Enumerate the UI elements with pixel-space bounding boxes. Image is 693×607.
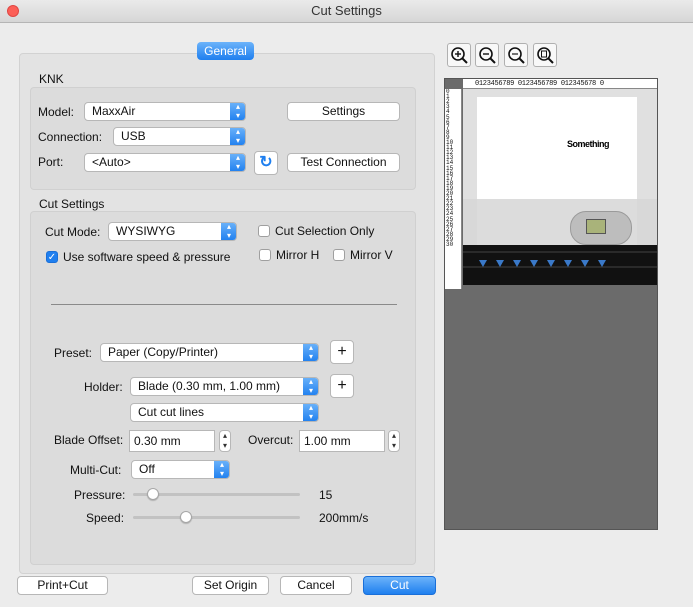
overcut-stepper[interactable]: ▴ ▾	[388, 430, 400, 452]
design-text: Something	[567, 139, 610, 149]
speed-value: 200mm/s	[319, 511, 369, 525]
refresh-icon: ↻	[259, 154, 273, 171]
left-ruler: 0 1 2 3 4 5 6 7 8 9 10 11 12 13 14 15 16 17 18 19 20 21 22 23 24…	[445, 89, 462, 289]
title-bar: Cut Settings	[0, 0, 693, 23]
machine-roller-bar	[463, 245, 657, 285]
chevron-updown-icon: ▴ ▾	[303, 378, 318, 395]
port-select[interactable]: <Auto> ▴ ▾	[84, 153, 246, 172]
holder-value: Blade (0.30 mm, 1.00 mm)	[138, 379, 281, 393]
model-value: MaxxAir	[92, 104, 136, 118]
cancel-button[interactable]: Cancel	[280, 576, 352, 595]
zoom-fit-button[interactable]	[504, 43, 528, 67]
plus-icon: +	[337, 343, 347, 360]
settings-button[interactable]: Settings	[287, 102, 400, 121]
knk-section-label: KNK	[39, 72, 64, 86]
multi-cut-value: Off	[139, 462, 155, 476]
pressure-value: 15	[319, 488, 333, 502]
blade-offset-field[interactable]: 0.30 mm	[129, 430, 215, 452]
port-label: Port:	[38, 155, 64, 169]
roller-arrows-icon	[463, 251, 657, 268]
ruler-tick-label: 30	[446, 241, 454, 248]
pressure-label: Pressure:	[74, 488, 126, 502]
mirror-h-checkbox[interactable]	[259, 249, 271, 261]
cut-mode-select[interactable]: WYSIWYG ▴ ▾	[108, 222, 237, 241]
chevron-updown-icon: ▴ ▾	[230, 154, 245, 171]
cut-selection-only-label: Cut Selection Only	[275, 224, 375, 238]
set-origin-button[interactable]: Set Origin	[192, 576, 269, 595]
connection-label: Connection:	[38, 130, 103, 144]
cut-settings-section-label: Cut Settings	[39, 197, 105, 211]
cut-selection-only-checkbox[interactable]	[258, 225, 270, 237]
mirror-v-label: Mirror V	[350, 248, 393, 262]
use-software-speed-checkbox[interactable]: ✓	[46, 251, 58, 263]
plus-icon: +	[337, 377, 347, 394]
cut-mode-label: Cut Mode:	[45, 225, 101, 239]
speed-slider-track[interactable]	[133, 516, 300, 519]
mirror-h-label: Mirror H	[276, 248, 320, 262]
model-select[interactable]: MaxxAir ▴ ▾	[84, 102, 246, 121]
section-divider	[51, 304, 397, 305]
overcut-label: Overcut:	[248, 433, 294, 447]
chevron-updown-icon: ▴ ▾	[230, 103, 245, 120]
connection-value: USB	[121, 129, 146, 143]
zoom-out-button[interactable]	[475, 43, 499, 67]
cut-button[interactable]: Cut	[363, 576, 436, 595]
multi-cut-select[interactable]: Off ▴ ▾	[131, 460, 230, 479]
holder-label: Holder:	[84, 380, 123, 394]
port-value: <Auto>	[92, 155, 131, 169]
speed-slider-knob[interactable]	[179, 511, 192, 523]
machine-screen-icon	[586, 219, 606, 234]
print-cut-button[interactable]: Print+Cut	[17, 576, 108, 595]
overcut-field[interactable]: 1.00 mm	[299, 430, 385, 452]
chevron-updown-icon: ▴ ▾	[221, 223, 236, 240]
zoom-in-icon	[451, 47, 468, 64]
preset-label: Preset:	[54, 346, 93, 360]
cut-preview[interactable]: 0123456789 0123456789 012345678 0 012345…	[444, 78, 658, 530]
zoom-out-icon	[479, 47, 496, 64]
add-preset-button[interactable]: +	[330, 340, 354, 364]
test-connection-button[interactable]: Test Connection	[287, 153, 400, 172]
chevron-updown-icon: ▴ ▾	[214, 461, 229, 478]
cut-lines-select[interactable]: Cut cut lines ▴ ▾	[130, 403, 319, 422]
refresh-ports-button[interactable]: ↻	[254, 151, 278, 175]
zoom-in-button[interactable]	[447, 43, 471, 67]
tab-general[interactable]: General	[197, 42, 254, 60]
model-label: Model:	[38, 105, 75, 119]
top-ruler: 0123456789 0123456789 012345678 0	[463, 79, 657, 89]
mirror-v-checkbox[interactable]	[333, 249, 345, 261]
zoom-page-icon	[537, 47, 554, 64]
chevron-updown-icon: ▴ ▾	[303, 344, 318, 361]
pressure-slider-knob[interactable]	[146, 488, 159, 500]
blade-offset-label: Blade Offset:	[54, 433, 124, 447]
window-title: Cut Settings	[311, 3, 382, 18]
preset-select[interactable]: Paper (Copy/Printer) ▴ ▾	[100, 343, 319, 362]
chevron-updown-icon: ▴ ▾	[230, 128, 245, 145]
checkmark-icon: ✓	[47, 252, 57, 263]
cut-lines-value: Cut cut lines	[138, 405, 205, 419]
holder-select[interactable]: Blade (0.30 mm, 1.00 mm) ▴ ▾	[130, 377, 319, 396]
preset-value: Paper (Copy/Printer)	[108, 345, 219, 359]
connection-select[interactable]: USB ▴ ▾	[113, 127, 246, 146]
use-software-speed-label: Use software speed & pressure	[63, 250, 231, 264]
cut-mode-value: WYSIWYG	[116, 224, 176, 238]
speed-label: Speed:	[86, 511, 125, 525]
machine-head	[570, 211, 632, 245]
zoom-page-button[interactable]	[533, 43, 557, 67]
zoom-fit-icon	[508, 47, 525, 64]
blade-offset-stepper[interactable]: ▴ ▾	[219, 430, 231, 452]
add-holder-button[interactable]: +	[330, 374, 354, 398]
multi-cut-label: Multi-Cut:	[70, 463, 122, 477]
chevron-updown-icon: ▴ ▾	[303, 404, 318, 421]
